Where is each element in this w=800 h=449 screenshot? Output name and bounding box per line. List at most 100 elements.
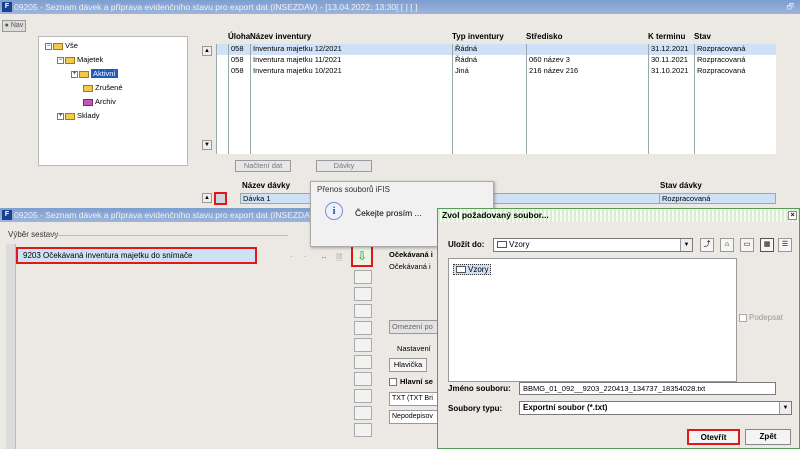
- omezeni-button[interactable]: Omezení po: [389, 320, 441, 334]
- table-row[interactable]: [216, 88, 776, 99]
- open-button[interactable]: Otevřít: [687, 429, 740, 445]
- filename-input[interactable]: BBMG_01_092__9203_220413_134737_18354028…: [519, 382, 776, 395]
- batch-checkbox[interactable]: [214, 192, 227, 205]
- row-checkbox[interactable]: [216, 121, 228, 132]
- detail-view-icon[interactable]: ☰: [778, 238, 792, 252]
- expand-icon[interactable]: +: [57, 112, 64, 120]
- nav-button[interactable]: ● Nav: [2, 20, 26, 32]
- col-header-stav[interactable]: Stav: [694, 32, 711, 41]
- load-data-button[interactable]: Načtení dat: [235, 160, 291, 172]
- report-row[interactable]: 9203 Očekávaná inventura majetku do sním…: [16, 247, 257, 264]
- table-cell: Rozpracovaná: [694, 44, 776, 55]
- row-checkbox[interactable]: [216, 88, 228, 99]
- side-button[interactable]: [354, 423, 372, 437]
- table-cell: Rozpracovaná: [694, 55, 776, 66]
- sign-select[interactable]: Nepodepisov: [389, 410, 441, 424]
- checkbox-box[interactable]: [739, 313, 747, 322]
- scroll-down-arrow[interactable]: ▼: [202, 140, 212, 150]
- table-row[interactable]: [216, 121, 776, 132]
- side-button[interactable]: [354, 355, 372, 369]
- side-button[interactable]: [354, 304, 372, 318]
- row-checkbox[interactable]: [216, 132, 228, 143]
- close-icon[interactable]: ×: [788, 211, 797, 220]
- table-row[interactable]: [216, 77, 776, 88]
- table-cell: [452, 132, 526, 143]
- folder-item-vzory[interactable]: Vzory: [453, 264, 492, 275]
- collapse-icon[interactable]: −: [45, 42, 52, 50]
- batch-scroll-up[interactable]: ▲: [202, 193, 212, 203]
- col-header-typ[interactable]: Typ inventury: [452, 32, 504, 41]
- table-row[interactable]: [216, 110, 776, 121]
- document-icon[interactable]: 🗎: [336, 252, 342, 266]
- side-button[interactable]: [354, 287, 372, 301]
- table-cell: [250, 132, 452, 143]
- back-button[interactable]: Zpět: [745, 429, 791, 445]
- home-icon[interactable]: ⌂: [720, 238, 734, 252]
- dot-icon[interactable]: ·: [290, 252, 293, 261]
- swap-arrows-icon[interactable]: ↔: [320, 252, 328, 261]
- file-list[interactable]: Vzory: [448, 258, 737, 382]
- tree-item-aktivni[interactable]: + Aktivní: [71, 69, 118, 78]
- save-in-value: Vzory: [509, 240, 530, 249]
- col-header-nazev[interactable]: Název inventury: [250, 32, 311, 41]
- batches-button[interactable]: Dávky: [316, 160, 372, 172]
- table-row[interactable]: 058 Inventura majetku 10/2021 Jiná 216 náze…: [216, 66, 776, 77]
- expand-icon[interactable]: +: [71, 70, 78, 78]
- table-row[interactable]: 058 Inventura majetku 11/2021 Řádná 060 náz…: [216, 55, 776, 66]
- tree-label: Aktivní: [91, 69, 118, 78]
- chevron-down-icon[interactable]: ▼: [779, 402, 791, 414]
- side-button[interactable]: [354, 270, 372, 284]
- tree-item-archiv[interactable]: Archiv: [83, 97, 116, 106]
- row-checkbox[interactable]: [216, 99, 228, 110]
- side-button[interactable]: [354, 406, 372, 420]
- archive-folder-icon: [83, 98, 93, 106]
- up-folder-icon[interactable]: ⤴: [700, 238, 714, 252]
- col-header-stredisko[interactable]: Středisko: [526, 32, 562, 41]
- side-button[interactable]: [354, 338, 372, 352]
- row-checkbox[interactable]: [216, 44, 228, 55]
- format-select[interactable]: TXT (TXT Bri: [389, 392, 441, 406]
- header-button[interactable]: Hlavička: [389, 358, 427, 372]
- sign-checkbox[interactable]: Podepsat: [739, 313, 783, 322]
- export-run-button[interactable]: ⇩: [351, 245, 373, 267]
- side-button[interactable]: [354, 389, 372, 403]
- table-cell: [250, 88, 452, 99]
- dot-icon[interactable]: ·: [304, 252, 307, 261]
- filetype-select[interactable]: Exportní soubor (*.txt) ▼: [519, 401, 792, 415]
- list-view-icon[interactable]: ▦: [760, 238, 774, 252]
- row-checkbox[interactable]: [216, 143, 228, 154]
- tree-item-vse[interactable]: − Vše: [45, 41, 78, 50]
- row-checkbox[interactable]: [216, 66, 228, 77]
- tree-item-zrusene[interactable]: Zrušené: [83, 83, 123, 92]
- batch-name-header[interactable]: Název dávky: [242, 181, 290, 190]
- table-row[interactable]: [216, 99, 776, 110]
- row-checkbox[interactable]: [216, 110, 228, 121]
- row-checkbox[interactable]: [216, 55, 228, 66]
- table-cell: [452, 99, 526, 110]
- batch-state-header[interactable]: Stav dávky: [660, 181, 702, 190]
- side-button[interactable]: [354, 372, 372, 386]
- scroll-up-arrow[interactable]: ▲: [202, 46, 212, 56]
- save-in-select[interactable]: Vzory ▼: [493, 238, 693, 252]
- side-button[interactable]: [354, 321, 372, 335]
- table-cell: 058: [228, 66, 250, 77]
- collapse-icon[interactable]: −: [57, 56, 64, 64]
- new-folder-icon[interactable]: ▭: [740, 238, 754, 252]
- table-cell: [526, 88, 648, 99]
- main-section-checkbox[interactable]: Hlavní se: [389, 377, 433, 387]
- left-scrollbar[interactable]: [6, 244, 16, 449]
- restore-icon[interactable]: 🗗: [786, 0, 794, 14]
- table-row[interactable]: [216, 132, 776, 143]
- chevron-down-icon[interactable]: ▼: [680, 239, 692, 251]
- table-cell: [526, 143, 648, 154]
- tree-item-sklady[interactable]: + Sklady: [57, 111, 100, 120]
- row-checkbox[interactable]: [216, 77, 228, 88]
- table-cell: [648, 77, 694, 88]
- tree-item-majetek[interactable]: − Majetek: [57, 55, 103, 64]
- col-header-termin[interactable]: K terminu: [648, 32, 685, 41]
- file-dialog-title-text: Zvol požadovaný soubor...: [442, 210, 549, 220]
- table-row[interactable]: 058 Inventura majetku 12/2021 Řádná 31.12.2…: [216, 44, 776, 55]
- table-row[interactable]: [216, 143, 776, 154]
- col-header-uloha[interactable]: Úloha: [228, 32, 250, 41]
- checkbox-box[interactable]: [389, 378, 397, 387]
